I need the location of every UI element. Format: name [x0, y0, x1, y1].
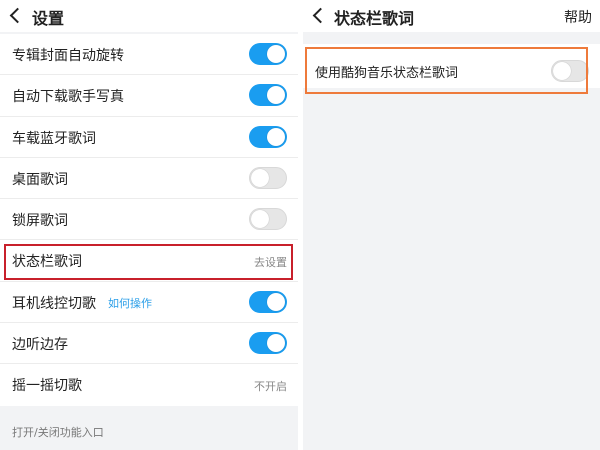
setting-label: 车载蓝牙歌词: [12, 130, 96, 147]
screen: 设置 专辑封面自动旋转 自动下载歌手写真 车载蓝牙歌词 桌面歌词 锁屏歌词 状态…: [0, 0, 600, 450]
setting-label: 专辑封面自动旋转: [12, 48, 124, 64]
setting-row-desktop-lyrics[interactable]: 桌面歌词: [0, 158, 298, 200]
settings-list: 专辑封面自动旋转 自动下载歌手写真 车载蓝牙歌词 桌面歌词 锁屏歌词 状态栏歌词: [0, 34, 298, 406]
page-title: 状态栏歌词: [334, 9, 415, 28]
help-button[interactable]: 帮助: [564, 7, 592, 27]
setting-row-shake-switch[interactable]: 摇一摇切歌 不开启: [0, 364, 298, 405]
setting-row-auto-download-photo[interactable]: 自动下载歌手写真: [0, 75, 298, 117]
toggle-knob: [267, 86, 285, 105]
toggle-switch[interactable]: [249, 332, 287, 355]
toggle-switch[interactable]: [249, 166, 287, 189]
section-footer-label: 打开/关闭功能入口: [12, 426, 104, 439]
setting-label: 摇一摇切歌: [12, 378, 82, 395]
toggle-switch[interactable]: [249, 84, 287, 107]
toggle-knob: [267, 292, 285, 311]
back-arrow-icon[interactable]: [6, 6, 24, 26]
settings-header: 设置: [0, 0, 298, 32]
back-arrow-icon[interactable]: [309, 6, 327, 26]
setting-label: 桌面歌词: [12, 171, 68, 188]
settings-panel: 设置 专辑封面自动旋转 自动下载歌手写真 车载蓝牙歌词 桌面歌词 锁屏歌词 状态…: [0, 0, 298, 450]
toggle-knob: [251, 210, 269, 229]
highlight-box: [4, 244, 293, 280]
setting-label: 自动下载歌手写真: [12, 89, 124, 106]
setting-label: 锁屏歌词: [12, 213, 68, 230]
how-to-link[interactable]: 如何操作: [108, 295, 152, 311]
statusbar-lyrics-header: 状态栏歌词 帮助: [303, 0, 600, 32]
setting-row-listen-and-save[interactable]: 边听边存: [0, 323, 298, 365]
toggle-knob: [267, 127, 285, 146]
setting-row-lockscreen-lyrics[interactable]: 锁屏歌词: [0, 199, 298, 241]
toggle-knob: [251, 168, 269, 187]
highlight-box: [305, 47, 588, 94]
setting-row-car-bluetooth-lyrics[interactable]: 车载蓝牙歌词: [0, 117, 298, 158]
setting-label: 边听边存: [12, 337, 68, 354]
toggle-switch[interactable]: [249, 290, 287, 313]
toggle-knob: [267, 45, 285, 63]
toggle-knob: [267, 334, 285, 353]
toggle-switch[interactable]: [249, 208, 287, 231]
page-title: 设置: [32, 9, 65, 28]
setting-value: 不开启: [254, 380, 287, 394]
setting-row-headset-control[interactable]: 耳机线控切歌 如何操作: [0, 282, 298, 324]
toggle-switch[interactable]: [249, 125, 287, 148]
setting-row-album-cover-rotate[interactable]: 专辑封面自动旋转: [0, 34, 298, 76]
toggle-switch[interactable]: [249, 43, 287, 65]
setting-label: 耳机线控切歌: [12, 295, 96, 312]
